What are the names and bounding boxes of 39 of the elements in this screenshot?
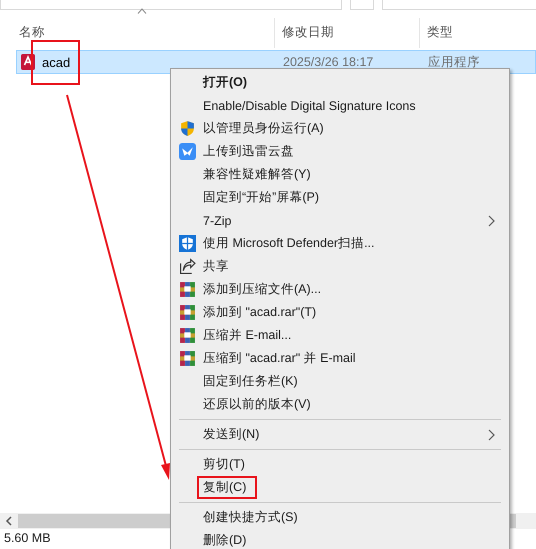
- menu-item[interactable]: 固定到任务栏(K): [171, 370, 509, 393]
- share-icon: [179, 258, 196, 275]
- books-icon: [179, 281, 196, 298]
- menu-item[interactable]: 还原以前的版本(V): [171, 393, 509, 416]
- menu-item[interactable]: 创建快捷方式(S): [171, 506, 509, 529]
- status-size: 5.60 MB: [4, 531, 51, 545]
- menu-item[interactable]: 使用 Microsoft Defender扫描...: [171, 232, 509, 255]
- search-field[interactable]: [382, 0, 536, 10]
- menu-item[interactable]: Enable/Disable Digital Signature Icons: [171, 94, 509, 117]
- menu-item[interactable]: 固定到“开始”屏幕(P): [171, 186, 509, 209]
- menu-item[interactable]: 删除(D): [171, 529, 509, 549]
- menu-item[interactable]: 打开(O): [171, 71, 509, 94]
- menu-item[interactable]: 以管理员身份运行(A): [171, 117, 509, 140]
- menu-item[interactable]: 共享: [171, 255, 509, 278]
- shield-icon: [179, 235, 196, 252]
- column-header[interactable]: 类型: [427, 25, 453, 39]
- shield-icon: [179, 120, 196, 137]
- modified-date: 2025/3/26 18:17: [282, 55, 374, 69]
- bird-icon: [179, 143, 196, 160]
- menu-item[interactable]: 压缩并 E-mail...: [171, 324, 509, 347]
- menu-item[interactable]: 复制(C): [171, 476, 509, 499]
- menu-item[interactable]: 添加到压缩文件(A)...: [171, 278, 509, 301]
- books-icon: [179, 350, 196, 367]
- file-type: 应用程序: [427, 54, 481, 70]
- file-name: acad: [42, 54, 70, 70]
- address-field[interactable]: [0, 0, 342, 10]
- scroll-left-icon[interactable]: [5, 516, 13, 526]
- menu-item[interactable]: 发送到(N): [171, 423, 509, 446]
- menu-item[interactable]: 压缩到 "acad.rar" 并 E-mail: [171, 347, 509, 370]
- column-header[interactable]: 名称: [19, 25, 45, 39]
- menu-item[interactable]: 上传到迅雷云盘: [171, 140, 509, 163]
- refresh-button[interactable]: [350, 0, 374, 10]
- books-icon: [179, 304, 196, 321]
- menu-item[interactable]: 7-Zip: [171, 209, 509, 232]
- menu-item[interactable]: 添加到 "acad.rar"(T): [171, 301, 509, 324]
- books-icon: [179, 327, 196, 344]
- menu-item[interactable]: 剪切(T): [171, 453, 509, 476]
- menu-item[interactable]: 兼容性疑难解答(Y): [171, 163, 509, 186]
- column-header[interactable]: 修改日期: [282, 25, 334, 39]
